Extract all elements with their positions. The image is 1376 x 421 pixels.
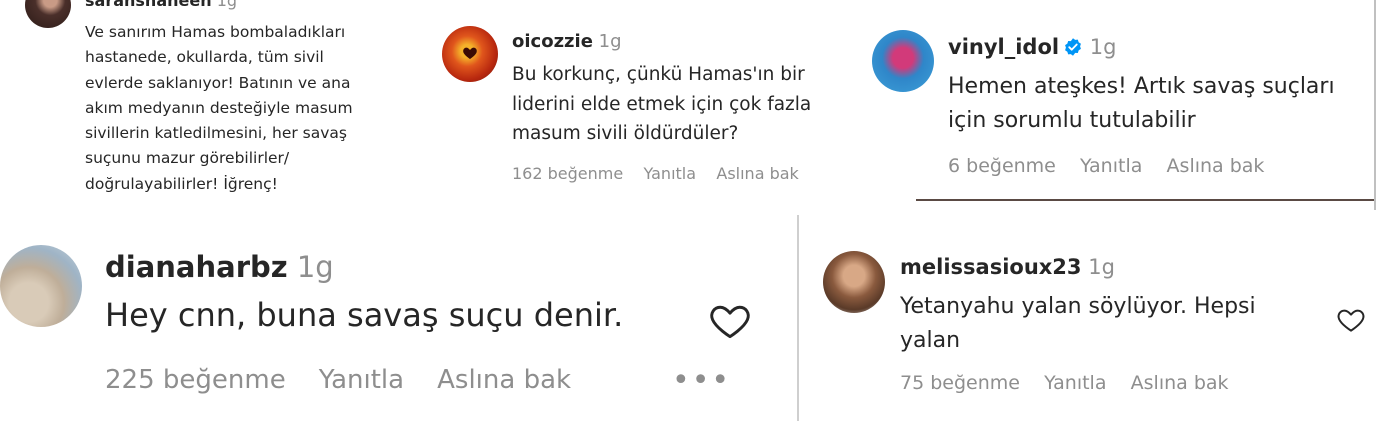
reply-button[interactable]: Yanıtla [1044, 372, 1106, 394]
heart-outline-icon[interactable] [708, 299, 752, 343]
cropped-edge [916, 199, 1374, 210]
comment-header: dianaharbz 1g [105, 250, 334, 284]
comment-line: için sorumlu tutulabilir [948, 108, 1196, 133]
comment-line: hastanede, okullarda, tüm sivil [85, 48, 324, 67]
see-original-button[interactable]: Aslına bak [1131, 372, 1229, 394]
likes-count[interactable]: 6 beğenme [948, 155, 1056, 177]
timestamp: 1g [1088, 255, 1115, 279]
username[interactable]: oicozzie [512, 31, 593, 52]
username[interactable]: vinyl_idol [948, 35, 1059, 59]
comment-text: Yetanyahu yalan söylüyor. Hepsi yalan [900, 290, 1256, 358]
avatar[interactable] [872, 30, 934, 92]
likes-count[interactable]: 75 beğenme [900, 372, 1020, 394]
timestamp: 1g [296, 250, 334, 284]
comment-melissasioux23: melissasioux23 1g Yetanyahu yalan söylüy… [797, 215, 1376, 421]
comment-vinyl-idol: vinyl_idol 1g Hemen ateşkes! Artık savaş… [870, 0, 1376, 210]
likes-count[interactable]: 162 beğenme [512, 164, 623, 183]
comment-line: Hey cnn, buna savaş suçu denir. [105, 296, 624, 334]
comment-sarahshaheen: sarahshaheen 1g Ve sanırım Hamas bombala… [0, 0, 430, 215]
comment-line: Hemen ateşkes! Artık savaş suçları [948, 74, 1335, 99]
avatar[interactable] [0, 245, 82, 327]
comment-header: oicozzie 1g [512, 31, 622, 52]
comment-oicozzie: oicozzie 1g Bu korkunç, çünkü Hamas'ın b… [432, 20, 870, 200]
reply-button[interactable]: Yanıtla [1080, 155, 1142, 177]
likes-count[interactable]: 225 beğenme [105, 365, 286, 395]
avatar[interactable] [823, 251, 885, 313]
comment-actions: 6 beğenme Yanıtla Aslına bak [948, 155, 1264, 177]
reply-button[interactable]: Yanıtla [319, 365, 404, 395]
avatar[interactable] [25, 0, 71, 28]
comment-line: akım medyanın desteğiyle masum [85, 98, 353, 117]
see-original-button[interactable]: Aslına bak [437, 365, 571, 395]
see-original-button[interactable]: Aslına bak [716, 164, 798, 183]
comments-collage: { "comments": [ { "username": "sarahshah… [0, 0, 1376, 421]
comment-actions: 162 beğenme Yanıtla Aslına bak [512, 164, 799, 183]
comment-text: Hemen ateşkes! Artık savaş suçları için … [948, 70, 1335, 138]
comment-actions: 75 beğenme Yanıtla Aslına bak [900, 372, 1229, 394]
username[interactable]: sarahshaheen [85, 0, 212, 10]
comment-actions: 225 beğenme Yanıtla Aslına bak [105, 365, 571, 395]
more-options-icon[interactable]: ••• [672, 363, 731, 398]
see-original-button[interactable]: Aslına bak [1167, 155, 1265, 177]
comment-line: yalan [900, 328, 961, 353]
heart-outline-icon[interactable] [1336, 305, 1366, 335]
comment-header: melissasioux23 1g [900, 255, 1115, 279]
username[interactable]: melissasioux23 [900, 255, 1082, 279]
comment-line: sivillerin katledilmesini, her savaş [85, 124, 347, 143]
comment-line: Ve sanırım Hamas bombaladıkları [85, 23, 346, 41]
comment-line: suçunu mazur görebilirler/ [85, 149, 290, 168]
comment-line: Bu korkunç, çünkü Hamas'ın bir [512, 64, 805, 85]
avatar[interactable] [442, 26, 498, 82]
comment-line: liderini elde etmek için çok fazla [512, 93, 812, 115]
comment-line: Yetanyahu yalan söylüyor. Hepsi [900, 294, 1256, 319]
comment-text: Ve sanırım Hamas bombaladıkları hastaned… [85, 20, 353, 197]
comment-header: vinyl_idol 1g [948, 35, 1116, 59]
timestamp: 1g [216, 0, 238, 10]
comment-line: evlerde saklanıyor! Batının ve ana [85, 73, 351, 92]
verified-badge-icon [1065, 38, 1082, 56]
reply-button[interactable]: Yanıtla [644, 164, 696, 183]
timestamp: 1g [598, 31, 622, 52]
heart-doodle-icon [463, 47, 477, 59]
comment-dianaharbz: dianaharbz 1g Hey cnn, buna savaş suçu d… [0, 215, 795, 421]
timestamp: 1g [1089, 35, 1117, 59]
comment-line: masum sivili öldürdüler? [512, 123, 739, 144]
comment-line: doğrulayabilirler! İğrenç! [85, 174, 278, 193]
username[interactable]: dianaharbz [105, 250, 288, 284]
comment-header: sarahshaheen 1g [85, 0, 237, 10]
comment-text: Bu korkunç, çünkü Hamas'ın bir liderini … [512, 60, 811, 149]
comment-text: Hey cnn, buna savaş suçu denir. [105, 295, 623, 335]
